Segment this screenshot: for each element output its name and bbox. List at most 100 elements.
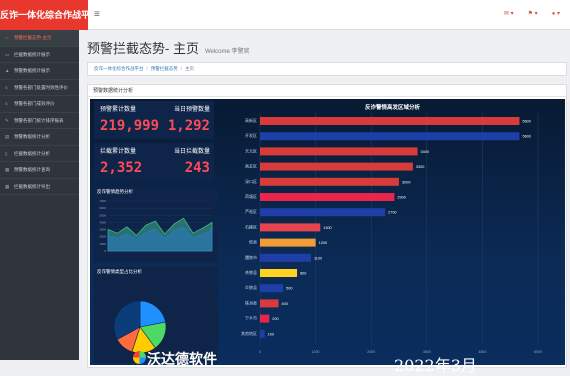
- sidebar-item[interactable]: ▯ 拦截数据统计分析: [0, 146, 79, 162]
- sidebar-item[interactable]: ▲ 预警数据统计展示: [0, 63, 79, 80]
- watermark-date: 2022年3月: [394, 356, 477, 375]
- y-tick-label: 1000: [99, 242, 106, 246]
- bar-value-label: 3400: [421, 150, 429, 154]
- y-tick-label: 6000: [99, 206, 106, 210]
- x-tick-label: 4800: [479, 350, 487, 354]
- sidebar-item-label: 预警各部门统计排序报表: [14, 117, 64, 123]
- stat-value: 243: [184, 160, 210, 176]
- category-label: 攸县: [249, 239, 257, 245]
- bar-value-label: 1100: [314, 256, 322, 260]
- notification-icon[interactable]: ⚑ ▾: [528, 10, 538, 17]
- sidebar-item[interactable]: ▦ 预警数据统计查询: [0, 162, 79, 179]
- category-label: 天元区: [245, 148, 257, 153]
- area-chart-title: 反诈警情趋势分析: [97, 189, 133, 194]
- breadcrumb-item[interactable]: 反诈一体化综合作战平台: [94, 66, 144, 71]
- sidebar-item[interactable]: ▭ 拦截数据统计展示: [0, 47, 79, 63]
- bar: [260, 117, 520, 125]
- sidebar-item[interactable]: ⌂ 预警拦截态势-主页: [0, 30, 79, 47]
- sidebar-item-label: 预警各部门成效评价: [14, 101, 55, 106]
- bar: [260, 177, 399, 186]
- stat-label: 拦截累计数量: [100, 149, 137, 155]
- edit-icon: ✎: [5, 117, 9, 123]
- breadcrumb-item[interactable]: 预警拦截态势: [151, 66, 178, 71]
- bar: [260, 223, 321, 232]
- sidebar-item-label: 预警数据统计查询: [14, 167, 50, 172]
- grid-icon: ▦: [5, 167, 10, 172]
- sidebar-item[interactable]: ✎ 预警各部门统计排序报表: [0, 113, 79, 129]
- bar-value-label: 3300: [416, 165, 424, 169]
- bar: [260, 284, 284, 293]
- app-brand[interactable]: 反诈一体化综合作战平台: [0, 0, 88, 30]
- grid-icon: ▦: [5, 183, 10, 189]
- top-icons: ✉ ▾ ⚑ ▾ ● ▾: [504, 10, 560, 17]
- bar-chart-title: 反诈警情高发区域分析: [364, 105, 420, 111]
- bar-value-label: 1200: [319, 241, 327, 245]
- sidebar-item[interactable]: ≡ 预警各部门成效评价: [0, 96, 79, 113]
- sidebar: ⌂ 预警拦截态势-主页 ▭ 拦截数据统计展示 ▲ 预警数据统计展示 ≡ 预警各部门处置时效性评…: [0, 30, 79, 360]
- dashboard-panel: 预警数据统计分析 预警累计数量 当日预警数量 219,999 1,292 拦截累…: [87, 84, 567, 375]
- watermark-logo-icon: [133, 351, 146, 364]
- file-icon: ▯: [5, 150, 8, 156]
- bar-value-label: 5600: [522, 120, 530, 124]
- welcome-text: Welcome 李警官: [204, 49, 250, 55]
- home-icon: ⌂: [5, 35, 8, 40]
- bar: [260, 193, 395, 201]
- page-title: 预警拦截态势- 主页 Welcome 李警官: [87, 38, 250, 57]
- page-title-text: 预警拦截态势- 主页: [87, 41, 199, 56]
- sidebar-item-label: 预警数据统计展示: [14, 68, 50, 73]
- bar-value-label: 5600: [522, 135, 530, 139]
- x-tick-label: 6000: [534, 350, 542, 354]
- bar-value-label: 500: [286, 287, 292, 291]
- y-tick-label: 0: [104, 249, 106, 253]
- bar: [260, 253, 311, 262]
- category-label: 高新区: [245, 117, 257, 123]
- bar-value-label: 200: [272, 317, 278, 321]
- list-icon: ≡: [5, 84, 8, 90]
- bar: [260, 269, 298, 277]
- sidebar-item-label: 预警数据统计分析: [14, 134, 50, 139]
- bar-value-label: 100: [268, 332, 274, 336]
- y-tick-label: 3000: [99, 228, 106, 232]
- user-icon[interactable]: ● ▾: [552, 10, 560, 17]
- sidebar-item-label: 预警各部门处置时效性评价: [14, 84, 68, 90]
- main-content: 预警拦截态势- 主页 Welcome 李警官 反诈一体化综合作战平台 / 预警拦截态势…: [79, 30, 570, 375]
- menu-toggle-icon[interactable]: ≡: [94, 9, 100, 20]
- sidebar-item[interactable]: ▤ 预警数据统计分析: [0, 129, 79, 146]
- sidebar-item-label: 拦截数据统计展示: [14, 51, 50, 57]
- category-label: 芦淞区: [245, 208, 257, 214]
- category-label: 宁乡市: [245, 315, 257, 321]
- bar: [260, 208, 386, 217]
- category-label: 石峰区: [245, 223, 257, 229]
- list-icon: ≡: [5, 101, 8, 106]
- category-label: 荷塘区: [245, 193, 257, 199]
- bar-chart-svg: 高新区 5600 开发区 5600 天元区 3400 高友区 3300 渌口区 3000 荷塘区 29…: [241, 113, 542, 354]
- bar: [260, 299, 279, 308]
- bar-value-label: 400: [282, 302, 288, 306]
- stat-card-intercept: 拦截累计数量 当日拦截数量 2,352 243: [94, 143, 214, 181]
- sidebar-item[interactable]: ▦ 拦截数据统计导出: [0, 179, 79, 195]
- chart-icon: ▲: [5, 68, 10, 73]
- stat-value: 2,352: [100, 160, 143, 176]
- bar: [260, 314, 270, 323]
- sidebar-item-label: 拦截数据统计导出: [14, 183, 50, 189]
- area-chart-svg: 0 1000 2000 3000 4000 5000 6000 7000: [99, 199, 213, 253]
- category-label: 株洲县: [245, 299, 257, 305]
- bar-value-label: 800: [300, 272, 306, 276]
- y-tick-label: 7000: [99, 199, 106, 203]
- category-label: 醴陵市: [245, 254, 257, 260]
- bar: [260, 147, 418, 156]
- pie-chart-title: 反诈警情类型占比分析: [97, 269, 142, 274]
- x-tick-label: 0: [259, 350, 261, 354]
- sidebar-item[interactable]: ≡ 预警各部门处置时效性评价: [0, 80, 79, 96]
- category-label: 炎陵县: [245, 284, 257, 290]
- bar: [260, 329, 265, 338]
- monitor-icon: ▭: [5, 51, 10, 57]
- stat-label: 当日拦截数量: [173, 149, 210, 155]
- message-icon[interactable]: ✉ ▾: [504, 10, 514, 17]
- bar-value-label: 2900: [397, 196, 405, 200]
- bar-value-label: 1300: [323, 226, 331, 230]
- category-label: 其他地区: [241, 330, 257, 336]
- y-tick-label: 2000: [99, 235, 106, 239]
- y-tick-label: 4000: [99, 220, 106, 224]
- breadcrumb-current: 主页: [185, 66, 195, 71]
